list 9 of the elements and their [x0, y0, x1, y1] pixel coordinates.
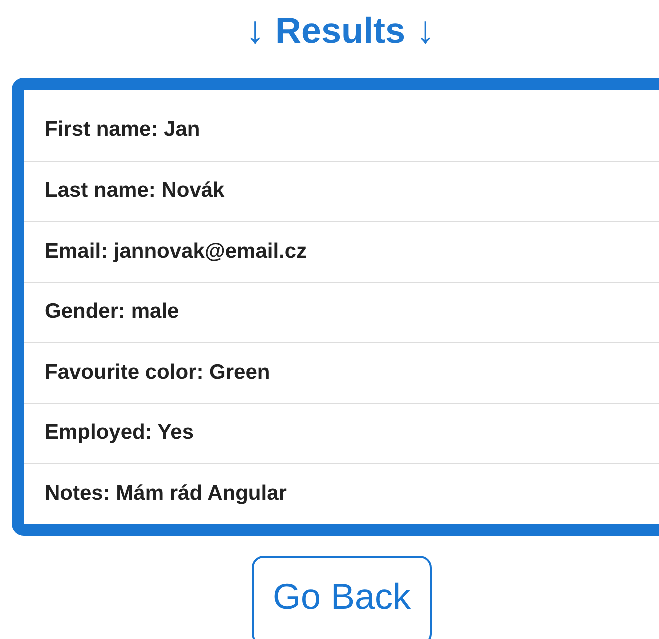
result-line: Notes: Mám rád Angular — [45, 482, 287, 506]
result-line: Favourite color: Green — [45, 360, 270, 385]
result-line: First name: Jan — [45, 118, 200, 142]
result-line: Last name: Novák — [45, 179, 225, 204]
result-line: Gender: male — [45, 300, 180, 324]
results-heading: ↓ Results ↓ — [244, 9, 436, 54]
result-line: Employed: Yes — [45, 421, 194, 446]
go-back-button[interactable]: Go Back — [252, 556, 432, 639]
result-line: Email: jannovak@email.cz — [45, 240, 308, 264]
